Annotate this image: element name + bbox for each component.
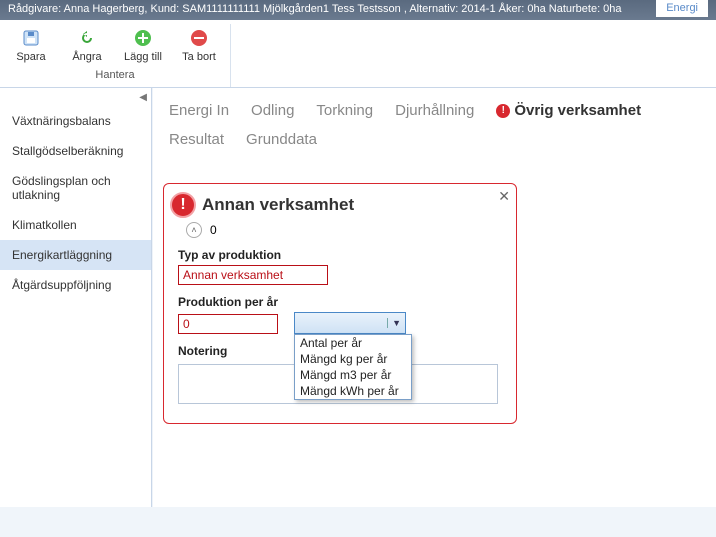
sidebar-item-stallgodsel[interactable]: Stallgödselberäkning	[0, 136, 151, 166]
type-input[interactable]	[178, 265, 328, 285]
title-text: Rådgivare: Anna Hagerberg, Kund: SAM1111…	[8, 3, 622, 17]
close-icon[interactable]: ✕	[498, 188, 510, 205]
save-icon	[21, 28, 41, 48]
plus-icon	[133, 28, 153, 48]
tab-odling[interactable]: Odling	[251, 102, 294, 119]
sidebar-item-klimatkollen[interactable]: Klimatkollen	[0, 210, 151, 240]
sidebar-item-atgardsuppfoljning[interactable]: Åtgärdsuppföljning	[0, 270, 151, 300]
title-bar: Rådgivare: Anna Hagerberg, Kund: SAM1111…	[0, 0, 716, 20]
card-alert-icon: !	[170, 192, 196, 218]
content-area: Energi In Odling Torkning Djurhållning !…	[152, 88, 716, 507]
card-sub-value: 0	[210, 223, 217, 237]
tab-torkning[interactable]: Torkning	[316, 102, 373, 119]
undo-label: Ångra	[72, 51, 101, 64]
ribbon: Spara Ångra Lägg till Ta bort H	[0, 20, 716, 88]
sidebar-collapse-icon[interactable]: ◀	[139, 92, 147, 103]
save-button[interactable]: Spara	[6, 26, 56, 66]
dropdown-option-m3[interactable]: Mängd m3 per år	[295, 367, 411, 383]
minus-icon	[189, 28, 209, 48]
chevron-down-icon: ▼	[387, 318, 401, 328]
sidebar-item-godslingsplan[interactable]: Gödslingsplan och utlakning	[0, 166, 151, 210]
tab-resultat[interactable]: Resultat	[169, 131, 224, 148]
add-button[interactable]: Lägg till	[118, 26, 168, 66]
add-label: Lägg till	[124, 51, 162, 64]
sidebar-item-vaxtnaringsbalans[interactable]: Växtnäringsbalans	[0, 106, 151, 136]
tabs-row-1: Energi In Odling Torkning Djurhållning !…	[153, 88, 716, 125]
undo-icon	[77, 28, 97, 48]
unit-dropdown[interactable]: ▼	[294, 312, 406, 334]
dropdown-option-kg[interactable]: Mängd kg per år	[295, 351, 411, 367]
dropdown-option-kwh[interactable]: Mängd kWh per år	[295, 383, 411, 399]
tab-ovrig-label: Övrig verksamhet	[514, 102, 641, 119]
dropdown-option-antal[interactable]: Antal per år	[295, 335, 411, 351]
unit-dropdown-list: Antal per år Mängd kg per år Mängd m3 pe…	[294, 334, 412, 400]
chevron-up-icon[interactable]: ˄	[186, 222, 202, 238]
delete-label: Ta bort	[182, 51, 216, 64]
label-production: Produktion per år	[178, 295, 502, 309]
label-type: Typ av produktion	[178, 248, 502, 262]
undo-button[interactable]: Ångra	[62, 26, 112, 66]
ribbon-group-hantera: Spara Ångra Lägg till Ta bort H	[0, 24, 231, 87]
tab-ovrig-verksamhet[interactable]: ! Övrig verksamhet	[496, 102, 641, 119]
delete-button[interactable]: Ta bort	[174, 26, 224, 66]
tab-grunddata[interactable]: Grunddata	[246, 131, 317, 148]
production-input[interactable]	[178, 314, 278, 334]
alert-icon: !	[496, 104, 510, 118]
tab-djurhallning[interactable]: Djurhållning	[395, 102, 474, 119]
sidebar-item-energikartlaggning[interactable]: Energikartläggning	[0, 240, 151, 270]
tabs-row-2: Resultat Grunddata	[153, 125, 716, 162]
save-label: Spara	[16, 51, 45, 64]
sidebar: ◀ Växtnäringsbalans Stallgödselberäkning…	[0, 88, 152, 507]
tab-energi-in[interactable]: Energi In	[169, 102, 229, 119]
card-title: Annan verksamhet	[202, 195, 354, 215]
title-right-tab[interactable]: Energi	[656, 0, 708, 17]
card-annan-verksamhet: ✕ ! Annan verksamhet ˄ 0 Typ av produkti…	[163, 183, 517, 424]
ribbon-group-label: Hantera	[6, 66, 224, 85]
